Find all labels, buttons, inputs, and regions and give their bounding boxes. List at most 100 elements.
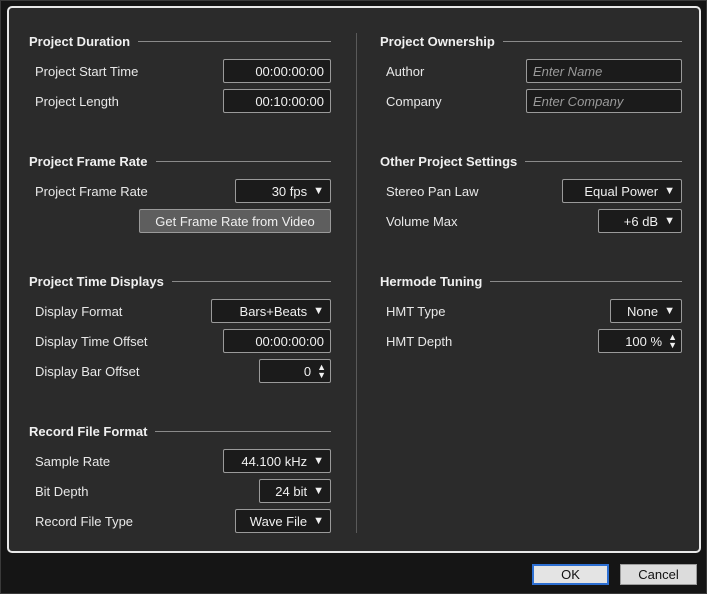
bit-depth-dropdown[interactable]: 24 bit ▼ xyxy=(259,479,331,503)
chevron-down-icon: ▼ xyxy=(664,215,675,227)
project-setup-dialog: Project Duration Project Start Time 00:0… xyxy=(0,0,707,594)
section-separator xyxy=(138,40,331,42)
company-input[interactable]: Enter Company xyxy=(526,89,682,113)
row-bit-depth: Bit Depth 24 bit ▼ xyxy=(35,479,331,503)
row-get-frame-rate: Get Frame Rate from Video xyxy=(35,209,331,233)
section-header: Project Ownership xyxy=(380,32,682,50)
section-separator xyxy=(525,160,682,162)
arrow-down-icon[interactable]: ▼ xyxy=(317,371,326,380)
section-header: Project Frame Rate xyxy=(29,152,331,170)
section-separator xyxy=(155,160,331,162)
sample-rate-value: 44.100 kHz xyxy=(241,453,308,469)
display-bar-offset-stepper[interactable]: 0 ▲ ▼ xyxy=(259,359,331,383)
stereo-pan-law-dropdown[interactable]: Equal Power ▼ xyxy=(562,179,682,203)
row-hmt-type: HMT Type None ▼ xyxy=(386,299,682,323)
row-sample-rate: Sample Rate 44.100 kHz ▼ xyxy=(35,449,331,473)
cancel-button-label: Cancel xyxy=(638,567,679,582)
volume-max-label: Volume Max xyxy=(386,213,458,229)
record-file-type-dropdown[interactable]: Wave File ▼ xyxy=(235,509,331,533)
row-project-frame-rate: Project Frame Rate 30 fps ▼ xyxy=(35,179,331,203)
sample-rate-label: Sample Rate xyxy=(35,453,111,469)
author-label: Author xyxy=(386,63,425,79)
section-title: Record File Format xyxy=(29,423,148,439)
project-frame-rate-value: 30 fps xyxy=(271,183,308,199)
settings-panel: Project Duration Project Start Time 00:0… xyxy=(7,6,701,553)
project-start-time-field[interactable]: 00:00:00:00 xyxy=(223,59,331,83)
section-header: Other Project Settings xyxy=(380,152,682,170)
project-frame-rate-dropdown[interactable]: 30 fps ▼ xyxy=(235,179,331,203)
ok-button-label: OK xyxy=(561,567,580,582)
project-frame-rate-label: Project Frame Rate xyxy=(35,183,148,199)
display-time-offset-field[interactable]: 00:00:00:00 xyxy=(223,329,331,353)
display-time-offset-label: Display Time Offset xyxy=(35,333,148,349)
chevron-down-icon: ▼ xyxy=(313,185,324,197)
project-length-label: Project Length xyxy=(35,93,119,109)
get-frame-rate-from-video-button[interactable]: Get Frame Rate from Video xyxy=(139,209,331,233)
hmt-type-dropdown[interactable]: None ▼ xyxy=(610,299,682,323)
display-bar-offset-value: 0 xyxy=(303,363,312,379)
record-file-type-value: Wave File xyxy=(249,513,308,529)
row-project-start-time: Project Start Time 00:00:00:00 xyxy=(35,59,331,83)
author-placeholder: Enter Name xyxy=(533,63,603,79)
row-company: Company Enter Company xyxy=(386,89,682,113)
row-author: Author Enter Name xyxy=(386,59,682,83)
section-title: Project Duration xyxy=(29,33,131,49)
chevron-down-icon: ▼ xyxy=(664,185,675,197)
section-title: Other Project Settings xyxy=(380,153,518,169)
cancel-button[interactable]: Cancel xyxy=(620,564,697,585)
bit-depth-value: 24 bit xyxy=(275,483,308,499)
section-header: Record File Format xyxy=(29,422,331,440)
stereo-pan-law-label: Stereo Pan Law xyxy=(386,183,479,199)
section-header: Project Time Displays xyxy=(29,272,331,290)
hmt-type-value: None xyxy=(627,303,659,319)
author-input[interactable]: Enter Name xyxy=(526,59,682,83)
spinner-arrows[interactable]: ▲ ▼ xyxy=(668,333,677,350)
row-display-bar-offset: Display Bar Offset 0 ▲ ▼ xyxy=(35,359,331,383)
company-label: Company xyxy=(386,93,442,109)
spinner-arrows[interactable]: ▲ ▼ xyxy=(317,363,326,380)
volume-max-value: +6 dB xyxy=(623,213,659,229)
row-stereo-pan-law: Stereo Pan Law Equal Power ▼ xyxy=(386,179,682,203)
section-separator xyxy=(490,280,682,282)
row-record-file-type: Record File Type Wave File ▼ xyxy=(35,509,331,533)
row-hmt-depth: HMT Depth 100 % ▲ ▼ xyxy=(386,329,682,353)
project-length-field[interactable]: 00:10:00:00 xyxy=(223,89,331,113)
section-header: Hermode Tuning xyxy=(380,272,682,290)
chevron-down-icon: ▼ xyxy=(313,455,324,467)
display-bar-offset-label: Display Bar Offset xyxy=(35,363,140,379)
company-placeholder: Enter Company xyxy=(533,93,624,109)
bit-depth-label: Bit Depth xyxy=(35,483,89,499)
hmt-depth-label: HMT Depth xyxy=(386,333,453,349)
section-separator xyxy=(171,280,331,282)
chevron-down-icon: ▼ xyxy=(313,305,324,317)
section-title: Hermode Tuning xyxy=(380,273,483,289)
hmt-depth-value: 100 % xyxy=(625,333,663,349)
project-length-value: 00:10:00:00 xyxy=(255,93,324,109)
section-title: Project Ownership xyxy=(380,33,495,49)
column-divider xyxy=(356,33,357,533)
section-header: Project Duration xyxy=(29,32,331,50)
sample-rate-dropdown[interactable]: 44.100 kHz ▼ xyxy=(223,449,331,473)
hmt-type-label: HMT Type xyxy=(386,303,446,319)
chevron-down-icon: ▼ xyxy=(313,485,324,497)
ok-button[interactable]: OK xyxy=(532,564,609,585)
section-separator xyxy=(502,40,682,42)
arrow-down-icon[interactable]: ▼ xyxy=(668,341,677,350)
display-format-dropdown[interactable]: Bars+Beats ▼ xyxy=(211,299,331,323)
row-volume-max: Volume Max +6 dB ▼ xyxy=(386,209,682,233)
display-format-label: Display Format xyxy=(35,303,123,319)
chevron-down-icon: ▼ xyxy=(313,515,324,527)
display-format-value: Bars+Beats xyxy=(239,303,308,319)
row-display-time-offset: Display Time Offset 00:00:00:00 xyxy=(35,329,331,353)
section-title: Project Frame Rate xyxy=(29,153,148,169)
display-time-offset-value: 00:00:00:00 xyxy=(255,333,324,349)
hmt-depth-stepper[interactable]: 100 % ▲ ▼ xyxy=(598,329,682,353)
get-frame-rate-button-label: Get Frame Rate from Video xyxy=(155,213,315,229)
stereo-pan-law-value: Equal Power xyxy=(584,183,659,199)
volume-max-dropdown[interactable]: +6 dB ▼ xyxy=(598,209,682,233)
section-title: Project Time Displays xyxy=(29,273,164,289)
project-start-time-value: 00:00:00:00 xyxy=(255,63,324,79)
record-file-type-label: Record File Type xyxy=(35,513,134,529)
project-start-time-label: Project Start Time xyxy=(35,63,139,79)
row-display-format: Display Format Bars+Beats ▼ xyxy=(35,299,331,323)
